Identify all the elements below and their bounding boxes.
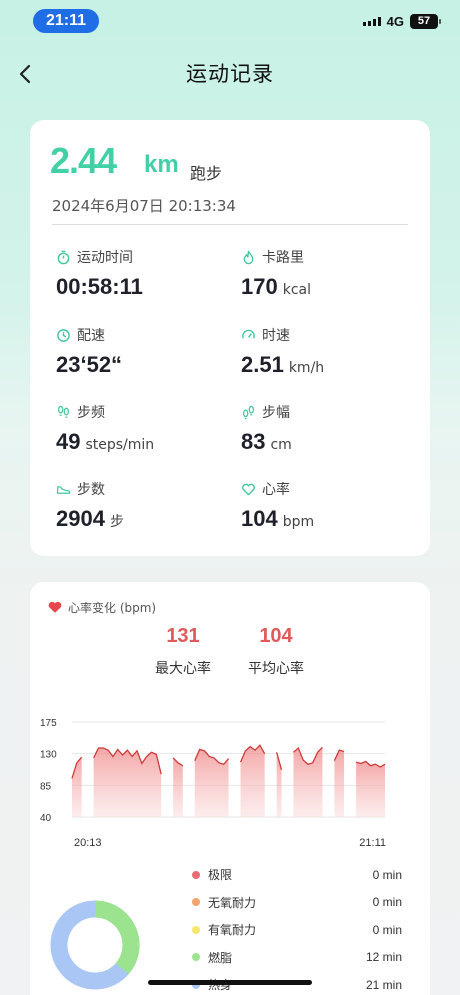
stat-value: 23‘52“: [56, 352, 123, 377]
stat-label: 时速: [262, 328, 290, 344]
x-tick-label: 21:11: [359, 837, 386, 849]
stat-label: 运动时间: [77, 250, 133, 266]
zone-name: 燃脂: [208, 950, 233, 965]
heart-rate-area: [173, 757, 183, 817]
stride-icon: [243, 405, 254, 419]
speedometer-icon: [242, 329, 255, 339]
stat-value: 83: [241, 429, 266, 454]
stat-unit: km/h: [288, 360, 325, 376]
y-tick-label: 130: [40, 750, 57, 761]
stat-value: 49: [56, 429, 81, 454]
stat-unit: kcal: [282, 282, 311, 298]
x-tick-label: 20:13: [74, 837, 102, 849]
stat-value: 104: [241, 506, 278, 531]
stat-unit: bpm: [282, 514, 315, 530]
flame-icon: [243, 250, 254, 264]
page-title: 运动记录: [186, 62, 274, 86]
shoe-icon: [56, 485, 71, 494]
stat-unit: cm: [270, 437, 292, 453]
zone-row: 燃脂 12 min: [192, 949, 402, 966]
zone-color-dot: [192, 953, 200, 961]
zone-row: 有氧耐力 0 min: [192, 921, 402, 938]
y-tick-label: 175: [40, 718, 57, 729]
stat-cadence: 步频 49 steps/min: [56, 402, 226, 455]
zone-time: 12 min: [365, 950, 402, 964]
stat-steps: 步数 2904 步: [56, 479, 226, 532]
stat-label: 步频: [77, 405, 105, 421]
zone-name: 极限: [208, 868, 233, 882]
zone-color-dot: [192, 870, 200, 879]
heart-outline-icon: [242, 483, 255, 495]
zone-name: 有氧耐力: [208, 923, 257, 937]
zone-color-dot: [192, 898, 200, 906]
heart-rate-title: 心率变化 (bpm): [68, 601, 157, 615]
avg-heart-rate-label: 平均心率: [248, 661, 304, 677]
stat-pace: 配速 23‘52“: [56, 325, 226, 378]
network-type: 4G: [386, 14, 404, 29]
stat-calories: 卡路里 170 kcal: [241, 247, 411, 300]
stat-unit: 步: [109, 514, 124, 530]
stat-value: 2.51: [241, 352, 284, 377]
distance-value: 2.44: [50, 140, 117, 181]
status-time: 21:11: [33, 9, 99, 33]
zone-time: 0 min: [372, 895, 402, 909]
workout-datetime: 2024年6月07日 20:13:34: [52, 197, 236, 215]
stat-label: 配速: [77, 328, 105, 344]
stat-label: 步幅: [262, 405, 290, 421]
avg-heart-rate-value: 104: [259, 625, 293, 647]
stat-duration: 运动时间 00:58:11: [56, 247, 226, 300]
zone-row: 无氧耐力 0 min: [192, 894, 402, 911]
stat-speed: 时速 2.51 km/h: [241, 325, 411, 378]
heart-rate-chart: 40 85 130 175 20:13 21:11: [40, 718, 386, 849]
stat-value: 2904: [56, 506, 105, 531]
stat-label: 卡路里: [262, 250, 304, 266]
zone-time: 0 min: [372, 922, 402, 937]
stat-stride: 步幅 83 cm: [241, 402, 411, 455]
stat-value: 170: [241, 274, 278, 299]
divider: [52, 224, 408, 225]
zone-time: 0 min: [372, 867, 402, 882]
stopwatch-icon: [57, 250, 70, 264]
heart-rate-area: [72, 757, 82, 817]
heart-rate-area: [356, 761, 385, 817]
heart-rate-area: [93, 748, 162, 817]
zone-row: 极限 0 min: [192, 866, 402, 883]
stat-heart-rate: 心率 104 bpm: [241, 479, 411, 532]
zone-color-dot: [192, 925, 200, 934]
sport-type: 跑步: [190, 164, 223, 183]
heart-rate-card: 心率变化 (bpm) 131 最大心率 104 平均心率 40 85 130 175 …: [30, 582, 430, 995]
max-heart-rate-label: 最大心率: [155, 661, 211, 677]
heart-rate-area: [194, 749, 229, 817]
distance-unit: km: [144, 151, 179, 178]
zone-time: 21 min: [365, 977, 402, 992]
heart-rate-header: 心率变化 (bpm): [48, 599, 156, 616]
pace-icon: [57, 328, 70, 342]
stat-unit: steps/min: [85, 437, 155, 453]
signal-icon: [362, 17, 381, 26]
stat-label: 心率: [262, 482, 290, 498]
home-indicator[interactable]: [148, 980, 312, 985]
battery-icon: 57: [410, 14, 441, 29]
summary-card: 2.44 km 跑步 2024年6月07日 20:13:34 运动时间 00:5…: [30, 120, 430, 556]
footprints-icon: [58, 405, 69, 418]
status-indicators: 4G 57: [362, 14, 441, 29]
heart-rate-area: [240, 745, 265, 817]
stat-value: 00:58:11: [56, 274, 143, 299]
y-tick-label: 40: [40, 813, 52, 824]
zone-donut-chart: [50, 900, 140, 990]
heart-rate-area: [293, 747, 323, 817]
y-tick-label: 85: [40, 781, 52, 792]
zone-name: 无氧耐力: [208, 895, 257, 910]
heart-icon: [48, 601, 62, 613]
stat-label: 步数: [77, 482, 105, 498]
heart-rate-area: [334, 750, 345, 817]
max-heart-rate-value: 131: [166, 625, 200, 647]
